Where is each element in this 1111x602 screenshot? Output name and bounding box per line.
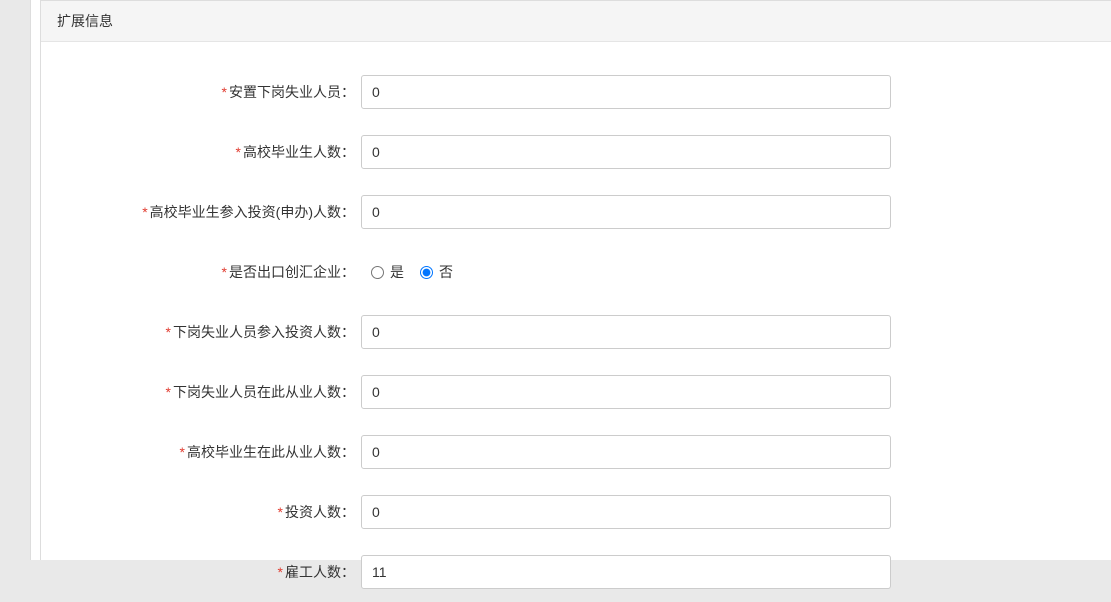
label-text: 安置下岗失业人员： — [229, 84, 355, 100]
field-college-graduates: *高校毕业生人数： — [41, 122, 1111, 182]
input-college-graduates[interactable] — [361, 135, 891, 169]
field-employee-count: *雇工人数： — [41, 542, 1111, 602]
input-employee-count[interactable] — [361, 555, 891, 589]
radio-label-no: 否 — [439, 262, 453, 282]
label-text: 高校毕业生在此从业人数： — [187, 444, 355, 460]
label-export-enterprise: *是否出口创汇企业： — [41, 262, 361, 282]
required-mark-icon: * — [222, 264, 227, 280]
label-text: 投资人数： — [285, 504, 355, 520]
extended-info-panel: 扩展信息 *安置下岗失业人员： *高校毕业生人数： — [40, 0, 1111, 560]
label-laidoff-resettled: *安置下岗失业人员： — [41, 82, 361, 102]
input-laidoff-resettled[interactable] — [361, 75, 891, 109]
label-investor-count: *投资人数： — [41, 502, 361, 522]
label-text: 雇工人数： — [285, 564, 355, 580]
radio-export-no[interactable]: 否 — [420, 262, 453, 282]
required-mark-icon: * — [236, 144, 241, 160]
field-laidoff-invest: *下岗失业人员参入投资人数： — [41, 302, 1111, 362]
label-laidoff-invest: *下岗失业人员参入投资人数： — [41, 322, 361, 342]
radio-input-yes[interactable] — [371, 266, 384, 279]
input-college-invest-apply[interactable] — [361, 195, 891, 229]
label-text: 是否出口创汇企业： — [229, 264, 355, 280]
required-mark-icon: * — [166, 384, 171, 400]
label-text: 下岗失业人员参入投资人数： — [173, 324, 355, 340]
input-college-employed[interactable] — [361, 435, 891, 469]
label-laidoff-employed: *下岗失业人员在此从业人数： — [41, 382, 361, 402]
label-text: 高校毕业生参入投资(申办)人数： — [150, 204, 355, 220]
label-college-invest-apply: *高校毕业生参入投资(申办)人数： — [41, 202, 361, 222]
field-laidoff-resettled: *安置下岗失业人员： — [41, 62, 1111, 122]
input-investor-count[interactable] — [361, 495, 891, 529]
radio-input-no[interactable] — [420, 266, 433, 279]
field-college-employed: *高校毕业生在此从业人数： — [41, 422, 1111, 482]
input-laidoff-invest[interactable] — [361, 315, 891, 349]
radio-label-yes: 是 — [390, 262, 404, 282]
label-employee-count: *雇工人数： — [41, 562, 361, 582]
field-laidoff-employed: *下岗失业人员在此从业人数： — [41, 362, 1111, 422]
label-text: 高校毕业生人数： — [243, 144, 355, 160]
radio-export-yes[interactable]: 是 — [371, 262, 404, 282]
panel-title: 扩展信息 — [41, 1, 1111, 42]
input-laidoff-employed[interactable] — [361, 375, 891, 409]
radio-group-export-enterprise: 是 否 — [361, 262, 891, 282]
required-mark-icon: * — [166, 324, 171, 340]
required-mark-icon: * — [278, 564, 283, 580]
field-investor-count: *投资人数： — [41, 482, 1111, 542]
required-mark-icon: * — [278, 504, 283, 520]
required-mark-icon: * — [180, 444, 185, 460]
required-mark-icon: * — [142, 204, 147, 220]
label-college-employed: *高校毕业生在此从业人数： — [41, 442, 361, 462]
field-export-enterprise: *是否出口创汇企业： 是 否 — [41, 242, 1111, 302]
field-college-invest-apply: *高校毕业生参入投资(申办)人数： — [41, 182, 1111, 242]
label-text: 下岗失业人员在此从业人数： — [173, 384, 355, 400]
label-college-graduates: *高校毕业生人数： — [41, 142, 361, 162]
panel-body: *安置下岗失业人员： *高校毕业生人数： *高校毕业生参入投资(申办)人数： — [41, 42, 1111, 602]
required-mark-icon: * — [222, 84, 227, 100]
